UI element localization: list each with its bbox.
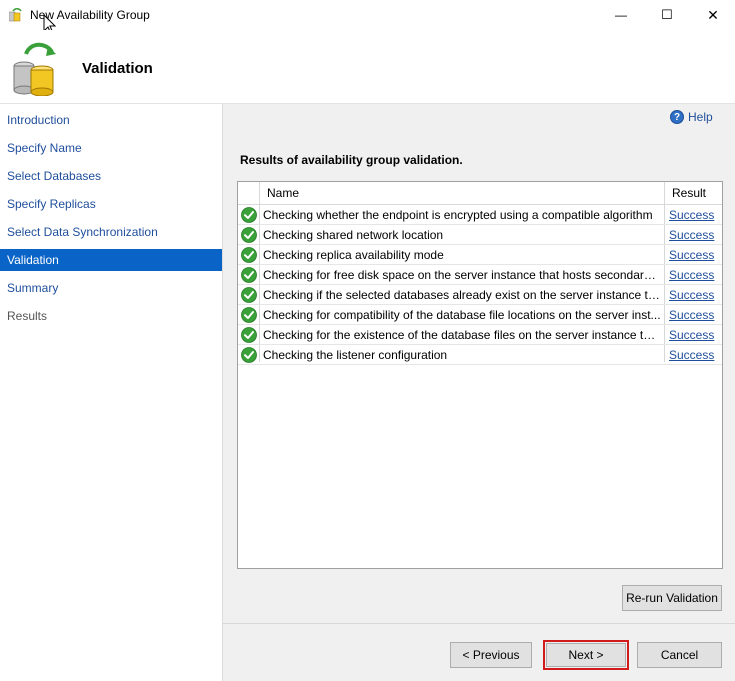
wizard-steps-sidebar: Introduction Specify Name Select Databas… xyxy=(0,104,223,681)
success-check-icon xyxy=(241,287,257,303)
validation-results-grid: Name Result Checking whether the endpoin… xyxy=(237,181,723,569)
success-check-icon xyxy=(241,307,257,323)
sidebar-item-summary[interactable]: Summary xyxy=(0,277,222,299)
success-check-icon xyxy=(241,347,257,363)
help-link[interactable]: ? Help xyxy=(670,110,713,124)
row-result-link[interactable]: Success xyxy=(669,205,714,225)
table-row[interactable]: Checking whether the endpoint is encrypt… xyxy=(238,205,722,225)
success-check-icon xyxy=(241,247,257,263)
table-row[interactable]: Checking replica availability mode Succes… xyxy=(238,245,722,265)
rerun-validation-button[interactable]: Re-run Validation xyxy=(622,585,722,611)
sidebar-item-select-data-synchronization[interactable]: Select Data Synchronization xyxy=(0,221,222,243)
row-result-link[interactable]: Success xyxy=(669,325,714,345)
help-label: Help xyxy=(688,110,713,124)
table-row[interactable]: Checking for free disk space on the serv… xyxy=(238,265,722,285)
row-check-name: Checking for compatibility of the databa… xyxy=(263,308,661,322)
success-check-icon xyxy=(241,227,257,243)
previous-button[interactable]: < Previous xyxy=(450,642,532,668)
table-row[interactable]: Checking for compatibility of the databa… xyxy=(238,305,722,325)
minimize-button[interactable]: — xyxy=(598,0,644,30)
next-button-highlight xyxy=(543,640,629,670)
grid-header: Name Result xyxy=(238,182,722,205)
sidebar-item-validation[interactable]: Validation xyxy=(0,249,222,271)
minimize-icon: — xyxy=(615,8,627,22)
row-check-name: Checking if the selected databases alrea… xyxy=(263,288,661,302)
maximize-icon: ☐ xyxy=(661,7,673,22)
maximize-button[interactable]: ☐ xyxy=(644,0,690,30)
sidebar-item-specify-name[interactable]: Specify Name xyxy=(0,137,222,159)
footer-divider xyxy=(223,623,735,624)
success-check-icon xyxy=(241,207,257,223)
table-row[interactable]: Checking for the existence of the databa… xyxy=(238,325,722,345)
row-check-name: Checking the listener configuration xyxy=(263,348,448,362)
row-result-link[interactable]: Success xyxy=(669,305,714,325)
row-check-name: Checking replica availability mode xyxy=(263,248,444,262)
row-check-name: Checking for the existence of the databa… xyxy=(263,328,661,342)
row-result-link[interactable]: Success xyxy=(669,345,714,365)
success-check-icon xyxy=(241,267,257,283)
sidebar-item-specify-replicas[interactable]: Specify Replicas xyxy=(0,193,222,215)
row-result-link[interactable]: Success xyxy=(669,225,714,245)
help-icon: ? xyxy=(670,110,684,124)
row-result-link[interactable]: Success xyxy=(669,245,714,265)
close-button[interactable]: ✕ xyxy=(690,0,735,30)
sidebar-item-results: Results xyxy=(7,309,48,323)
wizard-header: Validation xyxy=(0,30,735,104)
column-header-result[interactable]: Result xyxy=(672,182,706,204)
row-check-name: Checking shared network location xyxy=(263,228,444,242)
sidebar-item-select-databases[interactable]: Select Databases xyxy=(0,165,222,187)
column-header-name[interactable]: Name xyxy=(267,182,299,204)
sidebar-item-introduction[interactable]: Introduction xyxy=(0,109,222,131)
row-check-name: Checking for free disk space on the serv… xyxy=(263,268,661,282)
row-result-link[interactable]: Success xyxy=(669,265,714,285)
close-icon: ✕ xyxy=(707,6,719,23)
row-result-link[interactable]: Success xyxy=(669,285,714,305)
main-panel: ? Help Results of availability group val… xyxy=(223,104,735,681)
cancel-button[interactable]: Cancel xyxy=(637,642,722,668)
table-row[interactable]: Checking if the selected databases alrea… xyxy=(238,285,722,305)
results-title: Results of availability group validation… xyxy=(240,153,463,167)
table-row[interactable]: Checking the listener configuration Succe… xyxy=(238,345,722,365)
app-icon xyxy=(9,8,22,22)
row-check-name: Checking whether the endpoint is encrypt… xyxy=(263,208,653,222)
title-bar: New Availability Group — ☐ ✕ xyxy=(0,0,735,35)
database-sync-icon xyxy=(13,42,56,96)
table-row[interactable]: Checking shared network location Success xyxy=(238,225,722,245)
success-check-icon xyxy=(241,327,257,343)
page-title: Validation xyxy=(82,60,153,77)
